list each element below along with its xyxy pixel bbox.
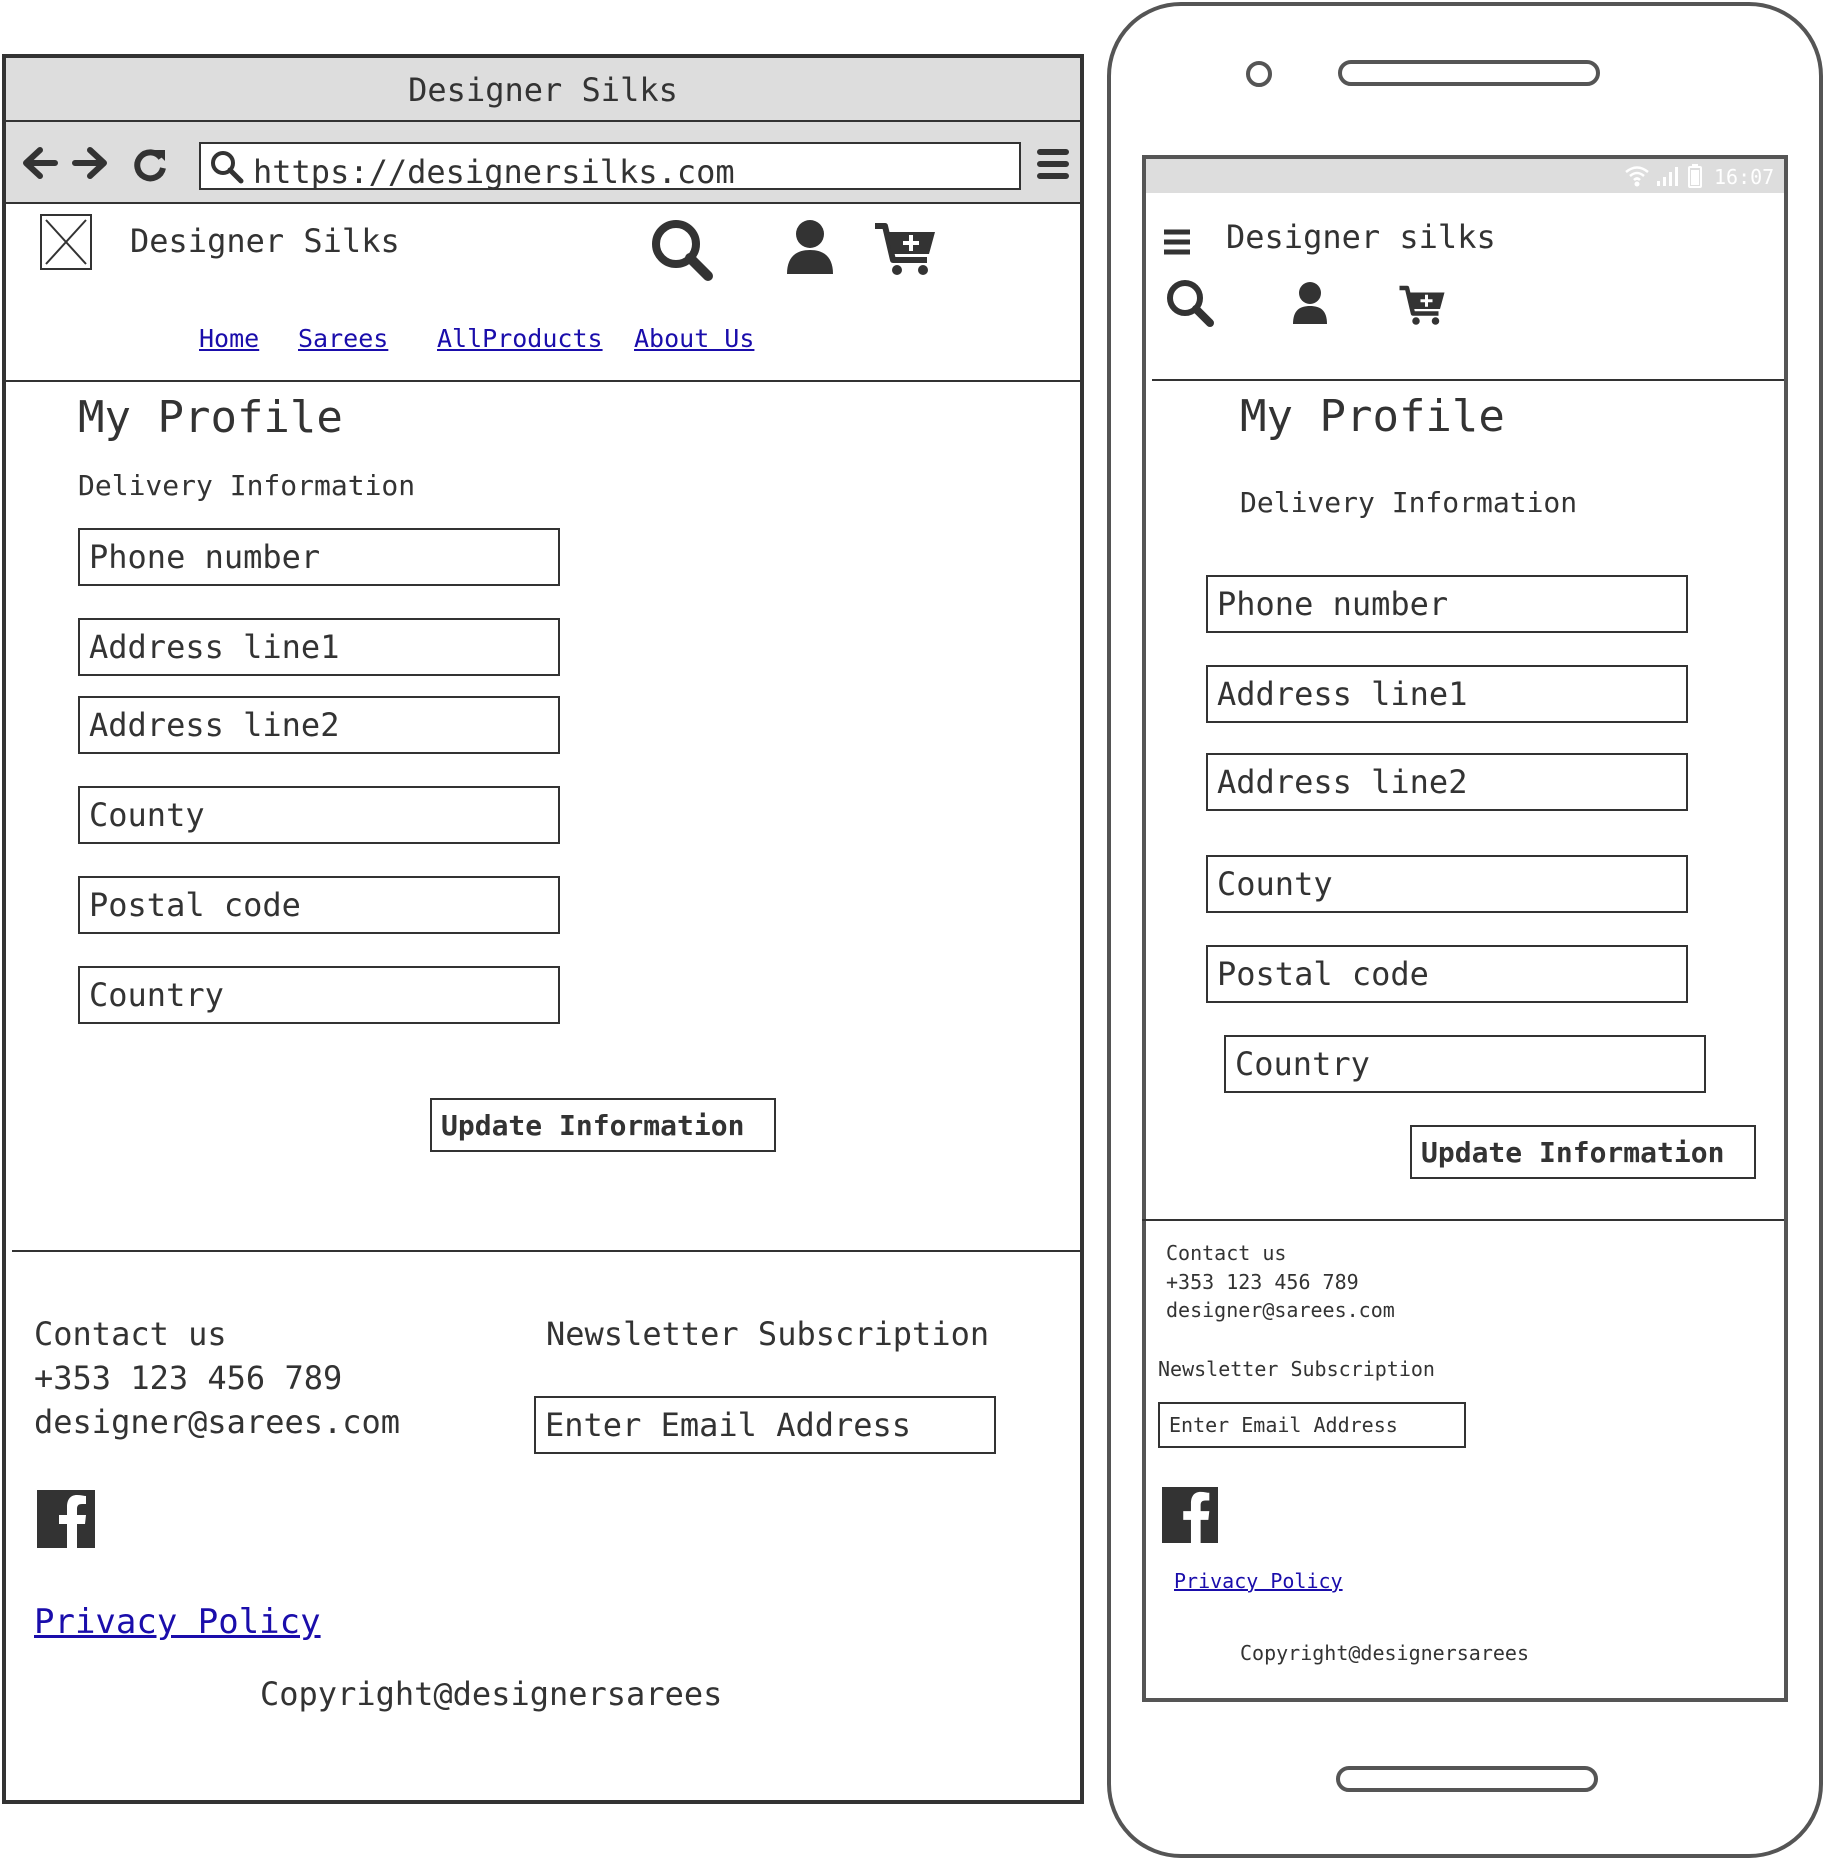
- back-arrow-icon[interactable]: [22, 146, 58, 180]
- mobile-contact-heading: Contact us: [1166, 1241, 1287, 1265]
- county-field[interactable]: County: [78, 786, 560, 844]
- reload-icon[interactable]: [132, 146, 168, 182]
- contact-heading: Contact us: [34, 1315, 227, 1353]
- phone-home-button[interactable]: [1336, 1766, 1598, 1792]
- hamburger-icon[interactable]: [1162, 228, 1192, 256]
- mobile-page-title: My Profile: [1240, 391, 1505, 442]
- menu-icon[interactable]: [1036, 146, 1070, 182]
- copyright: Copyright@designersarees: [260, 1675, 723, 1713]
- page-title: My Profile: [78, 392, 343, 443]
- window-title: Designer Silks: [408, 71, 678, 109]
- facebook-icon[interactable]: [1162, 1487, 1218, 1543]
- address-line2-field[interactable]: Address line2: [78, 696, 560, 754]
- mobile-copyright: Copyright@designersarees: [1240, 1641, 1529, 1665]
- mobile-county-field[interactable]: County: [1206, 855, 1688, 913]
- country-field[interactable]: Country: [78, 966, 560, 1024]
- nav-home[interactable]: Home: [199, 326, 259, 351]
- search-icon: [209, 149, 245, 185]
- url-text: https://designersilks.com: [253, 153, 735, 191]
- phone-screen: 16:07 Designer silks My Profile Delivery…: [1142, 155, 1788, 1702]
- status-time: 16:07: [1714, 165, 1775, 189]
- mobile-phone-number-field[interactable]: Phone number: [1206, 575, 1688, 633]
- cart-add-icon[interactable]: [1398, 285, 1446, 327]
- mobile-country-field[interactable]: Country: [1224, 1035, 1706, 1093]
- browser-toolbar: https://designersilks.com: [6, 122, 1080, 204]
- mobile-contact-phone: +353 123 456 789: [1166, 1270, 1359, 1294]
- user-icon[interactable]: [1292, 281, 1328, 325]
- mobile-site-name: Designer silks: [1226, 218, 1496, 256]
- browser-title-bar: Designer Silks: [6, 58, 1080, 122]
- mobile-address-line2-field[interactable]: Address line2: [1206, 753, 1688, 811]
- battery-icon: [1688, 164, 1702, 188]
- desktop-browser-frame: Designer Silks https://designersilks.com…: [2, 54, 1084, 1804]
- cart-add-icon[interactable]: [873, 222, 937, 278]
- forward-arrow-icon[interactable]: [72, 146, 108, 180]
- postal-code-field[interactable]: Postal code: [78, 876, 560, 934]
- mobile-privacy-policy-link[interactable]: Privacy Policy: [1174, 1571, 1343, 1591]
- mobile-section-title: Delivery Information: [1240, 486, 1578, 519]
- search-icon[interactable]: [650, 218, 714, 282]
- mobile-address-line1-field[interactable]: Address line1: [1206, 665, 1688, 723]
- mobile-newsletter-heading: Newsletter Subscription: [1158, 1357, 1435, 1381]
- phone-speaker: [1338, 60, 1600, 86]
- footer-divider: [12, 1250, 1080, 1252]
- mobile-footer-divider: [1142, 1219, 1784, 1221]
- signal-icon: [1656, 165, 1680, 187]
- image-placeholder-icon: [40, 214, 92, 270]
- phone-camera: [1246, 61, 1272, 87]
- status-bar: 16:07: [1146, 159, 1784, 193]
- address-bar[interactable]: https://designersilks.com: [199, 142, 1021, 190]
- newsletter-heading: Newsletter Subscription: [546, 1315, 990, 1353]
- contact-email: designer@sarees.com: [34, 1403, 401, 1441]
- address-line1-field[interactable]: Address line1: [78, 618, 560, 676]
- mobile-newsletter-email-input[interactable]: Enter Email Address: [1158, 1402, 1466, 1448]
- site-name: Designer Silks: [130, 222, 400, 260]
- search-icon[interactable]: [1166, 279, 1214, 327]
- nav-about-us[interactable]: About Us: [634, 326, 754, 351]
- update-information-button[interactable]: Update Information: [430, 1098, 776, 1152]
- phone-number-field[interactable]: Phone number: [78, 528, 560, 586]
- privacy-policy-link[interactable]: Privacy Policy: [34, 1605, 321, 1639]
- newsletter-email-input[interactable]: Enter Email Address: [534, 1396, 996, 1454]
- nav-allproducts[interactable]: AllProducts: [437, 326, 603, 351]
- nav-sarees[interactable]: Sarees: [298, 326, 388, 351]
- user-icon[interactable]: [785, 218, 835, 276]
- header-divider: [6, 380, 1080, 382]
- wifi-icon: [1624, 165, 1650, 187]
- contact-phone: +353 123 456 789: [34, 1359, 343, 1397]
- facebook-icon[interactable]: [37, 1490, 95, 1548]
- mobile-postal-code-field[interactable]: Postal code: [1206, 945, 1688, 1003]
- mobile-contact-email: designer@sarees.com: [1166, 1298, 1395, 1322]
- section-title: Delivery Information: [78, 469, 416, 502]
- mobile-header-divider: [1152, 379, 1784, 381]
- mobile-update-information-button[interactable]: Update Information: [1410, 1125, 1756, 1179]
